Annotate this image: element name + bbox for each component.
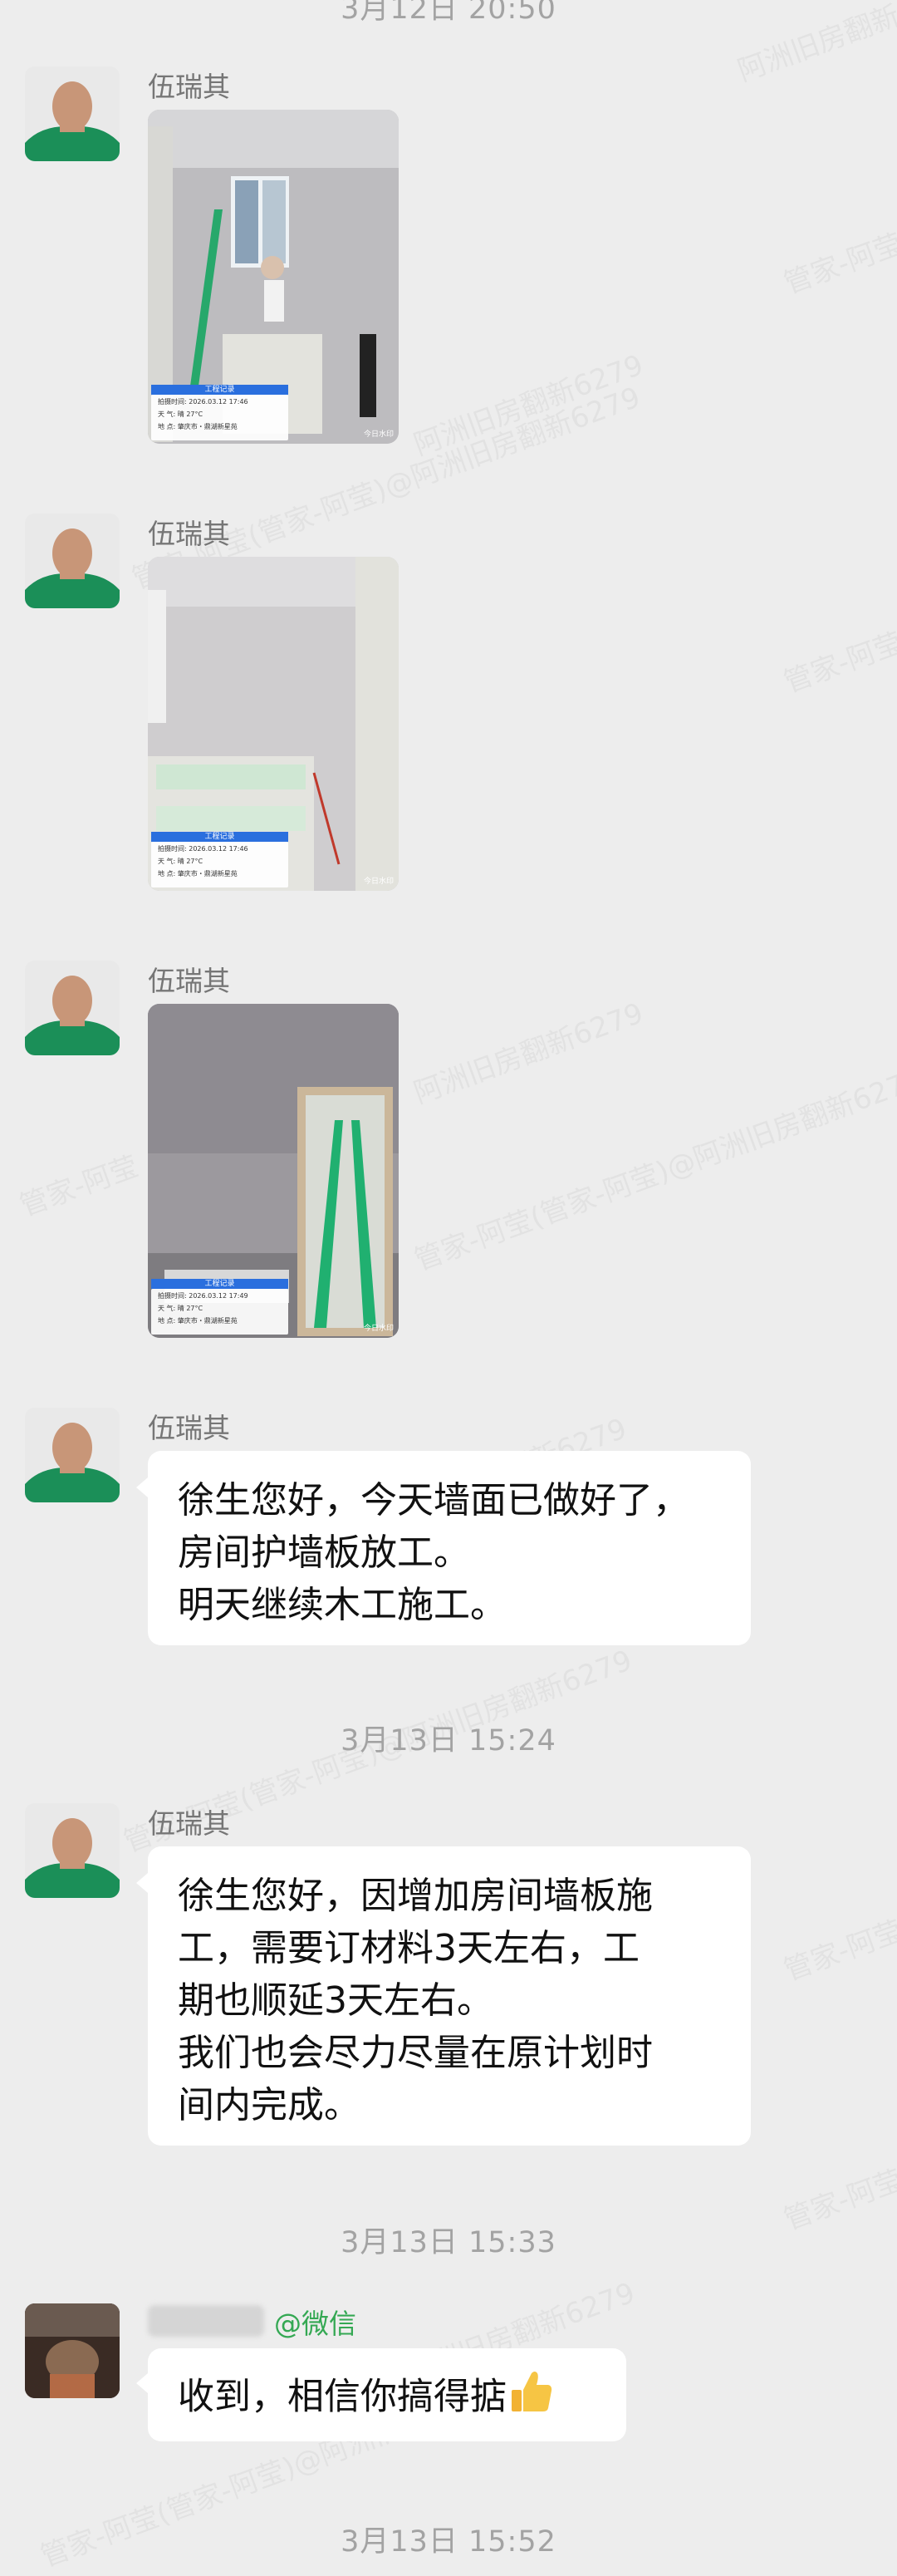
watermark-text: 管家-阿莹 <box>779 227 897 301</box>
avatar[interactable] <box>25 2303 120 2398</box>
photo-stamp-weather: 天 气: 晴 27°C <box>158 410 203 418</box>
wechat-tag: @微信 <box>274 2308 356 2340</box>
message-bubble[interactable]: 徐生您好，今天墙面已做好了， 房间护墙板放工。 明天继续木工施工。 <box>148 1451 751 1645</box>
sender-name: 伍瑞其 <box>148 1807 230 1840</box>
sender-name: 伍瑞其 <box>148 1412 230 1444</box>
avatar[interactable] <box>25 1803 120 1898</box>
chat-timestamp: 3月13日 15:33 <box>341 2226 556 2259</box>
sender-name: 伍瑞其 <box>148 965 230 997</box>
watermark-text: 阿洲旧房翻新6279 <box>409 348 648 463</box>
photo-stamp-location: 地 点: 肇庆市・鼎湖新星苑 <box>158 1317 238 1325</box>
photo-stamp-title: 工程记录 <box>151 832 288 842</box>
chat-photo[interactable]: 工程记录 拍摄时间: 2026.03.12 17:46 天 气: 晴 27°C … <box>148 557 399 891</box>
photo-stamp-time: 拍摄时间: 2026.03.12 17:49 <box>158 1292 248 1300</box>
message-bubble[interactable]: 收到，相信你搞得掂 <box>148 2348 626 2441</box>
sender-name-blurred <box>148 2305 264 2337</box>
photo-stamp-location: 地 点: 肇庆市・鼎湖新星苑 <box>158 870 238 878</box>
avatar[interactable] <box>25 961 120 1055</box>
chat-timestamp: 3月12日 20:50 <box>341 0 556 26</box>
sender-name: 伍瑞其 <box>148 518 230 550</box>
watermark-text: 管家-阿莹 <box>779 1914 897 1988</box>
photo-stamp-location: 地 点: 肇庆市・鼎湖新星苑 <box>158 423 238 430</box>
avatar[interactable] <box>25 1408 120 1502</box>
message-line: 间内完成。 <box>178 2084 360 2126</box>
photo-watermark-brand: 今日水印 <box>363 1325 394 1333</box>
photo-watermark-brand: 今日水印 <box>363 878 394 886</box>
photo-stamp-weather: 天 气: 晴 27°C <box>158 858 203 865</box>
photo-stamp: 拍摄时间: 2026.03.12 17:46 天 气: 晴 27°C 地 点: … <box>151 842 288 887</box>
message-line: 房间护墙板放工。 <box>178 1531 470 1574</box>
message-line: 徐生您好，因增加房间墙板施 <box>178 1875 653 1917</box>
chat-photo[interactable]: 工程记录 拍摄时间: 2026.03.12 17:46 天 气: 晴 27°C … <box>148 110 399 444</box>
thumbs-up-icon <box>510 2368 553 2429</box>
message-bubble[interactable]: 徐生您好，因增加房间墙板施 工，需要订材料3天左右，工 期也顺延3天左右。 我们… <box>148 1846 751 2146</box>
watermark-text: 阿洲旧房翻新6279 <box>409 996 648 1111</box>
bubble-tail <box>136 2373 148 2393</box>
photo-stamp: 拍摄时间: 2026.03.12 17:46 天 气: 晴 27°C 地 点: … <box>151 395 288 440</box>
message-line: 明天继续木工施工。 <box>178 1584 507 1626</box>
photo-watermark-brand: 今日水印 <box>363 430 394 439</box>
photo-stamp-time: 拍摄时间: 2026.03.12 17:46 <box>158 845 248 853</box>
chat-photo[interactable]: 工程记录 拍摄时间: 2026.03.12 17:49 天 气: 晴 27°C … <box>148 1004 399 1338</box>
message-line: 工，需要订材料3天左右，工 <box>178 1927 640 1969</box>
avatar[interactable] <box>25 66 120 161</box>
avatar[interactable] <box>25 514 120 608</box>
message-line: 徐生您好，今天墙面已做好了， <box>178 1479 689 1522</box>
photo-stamp-weather: 天 气: 晴 27°C <box>158 1305 203 1312</box>
watermark-text: 管家-阿莹(管家-阿莹)@阿洲旧房翻新6279 <box>409 1062 897 1278</box>
photo-stamp-title: 工程记录 <box>151 385 288 395</box>
chat-timestamp: 3月13日 15:24 <box>341 1724 556 1757</box>
chat-timestamp: 3月13日 15:52 <box>341 2525 556 2559</box>
bubble-tail <box>136 1477 148 1497</box>
photo-stamp: 拍摄时间: 2026.03.12 17:49 天 气: 晴 27°C 地 点: … <box>151 1289 288 1335</box>
photo-stamp-title: 工程记录 <box>151 1279 288 1289</box>
message-text: 收到，相信你搞得掂 <box>178 2375 507 2418</box>
message-line: 我们也会尽力尽量在原计划时 <box>178 2032 653 2074</box>
photo-stamp-time: 拍摄时间: 2026.03.12 17:46 <box>158 398 248 406</box>
watermark-text: 管家-阿莹 <box>15 1149 143 1223</box>
sender-name: 伍瑞其 <box>148 71 230 103</box>
message-line: 期也顺延3天左右。 <box>178 1979 493 2022</box>
bubble-tail <box>136 1873 148 1893</box>
watermark-text: 管家-阿莹 <box>779 626 897 700</box>
